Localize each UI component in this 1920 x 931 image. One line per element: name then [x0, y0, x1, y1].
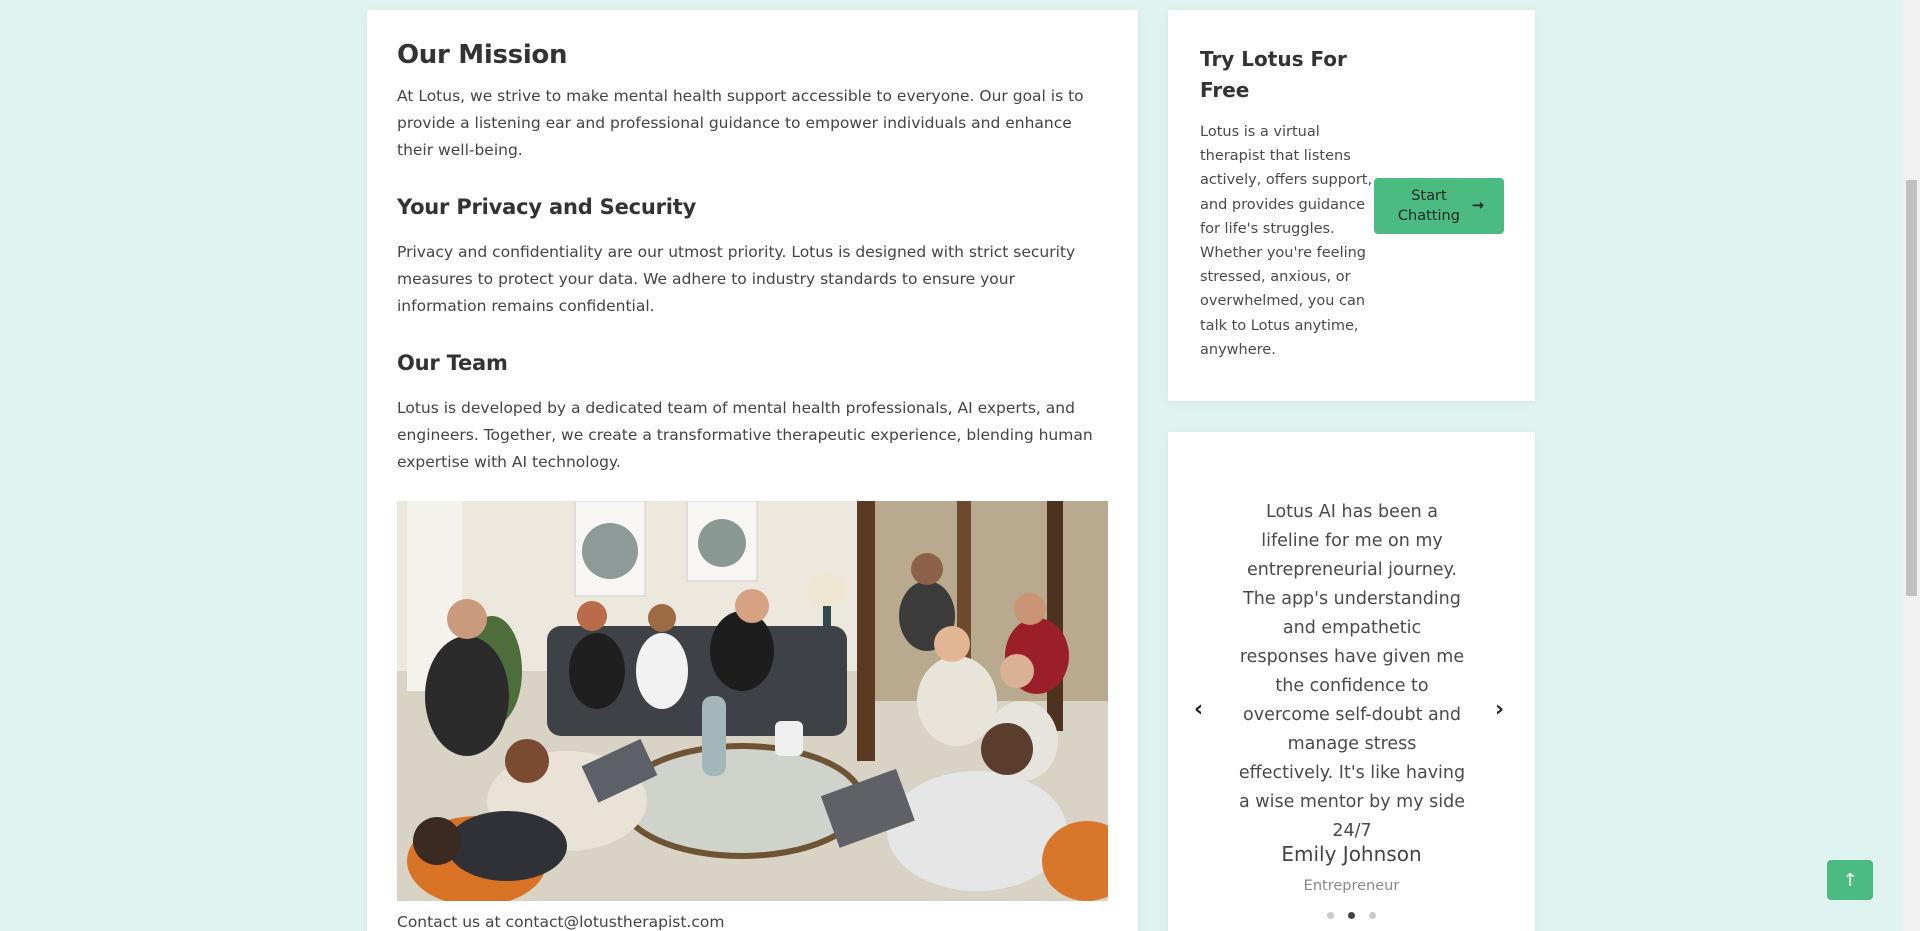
- page: Our Mission At Lotus, we strive to make …: [0, 0, 1920, 931]
- mission-heading: Our Mission: [397, 40, 568, 70]
- carousel-dot[interactable]: [1327, 912, 1334, 919]
- scrollbar-thumb[interactable]: [1906, 180, 1917, 596]
- team-heading: Our Team: [397, 351, 508, 375]
- scroll-top-button[interactable]: ↑: [1827, 860, 1873, 900]
- carousel-dots: [1168, 912, 1535, 919]
- try-card: Try Lotus For Free Lotus is a virtual th…: [1168, 10, 1535, 401]
- start-chatting-button[interactable]: Start Chatting →: [1374, 178, 1504, 234]
- mission-text: At Lotus, we strive to make mental healt…: [397, 87, 1084, 159]
- chevron-left-icon[interactable]: ‹: [1194, 699, 1203, 721]
- try-description: Lotus is a virtual therapist that listen…: [1200, 124, 1373, 358]
- team-photo: [397, 501, 1108, 901]
- testimonial-card: ‹ Lotus AI has been a lifeline for me on…: [1168, 432, 1535, 931]
- testimonial-role: Entrepreneur: [1303, 878, 1400, 894]
- start-chatting-label: Start Chatting: [1397, 188, 1460, 224]
- about-card: Our Mission At Lotus, we strive to make …: [367, 10, 1138, 931]
- try-heading: Try Lotus For Free: [1200, 47, 1347, 102]
- carousel-dot-active[interactable]: [1348, 912, 1355, 919]
- chevron-right-icon[interactable]: ›: [1495, 699, 1504, 721]
- contact-text: Contact us at contact@lotustherapist.com: [397, 913, 725, 931]
- arrow-up-icon: ↑: [1842, 869, 1858, 891]
- privacy-heading: Your Privacy and Security: [397, 195, 697, 219]
- testimonial-quote: Lotus AI has been a lifeline for me on m…: [1238, 502, 1466, 841]
- arrow-right-icon: →: [1471, 198, 1485, 214]
- testimonial-author: Emily Johnson: [1281, 842, 1422, 866]
- team-text: Lotus is developed by a dedicated team o…: [397, 399, 1093, 471]
- privacy-text: Privacy and confidentiality are our utmo…: [397, 243, 1076, 315]
- carousel-dot[interactable]: [1369, 912, 1376, 919]
